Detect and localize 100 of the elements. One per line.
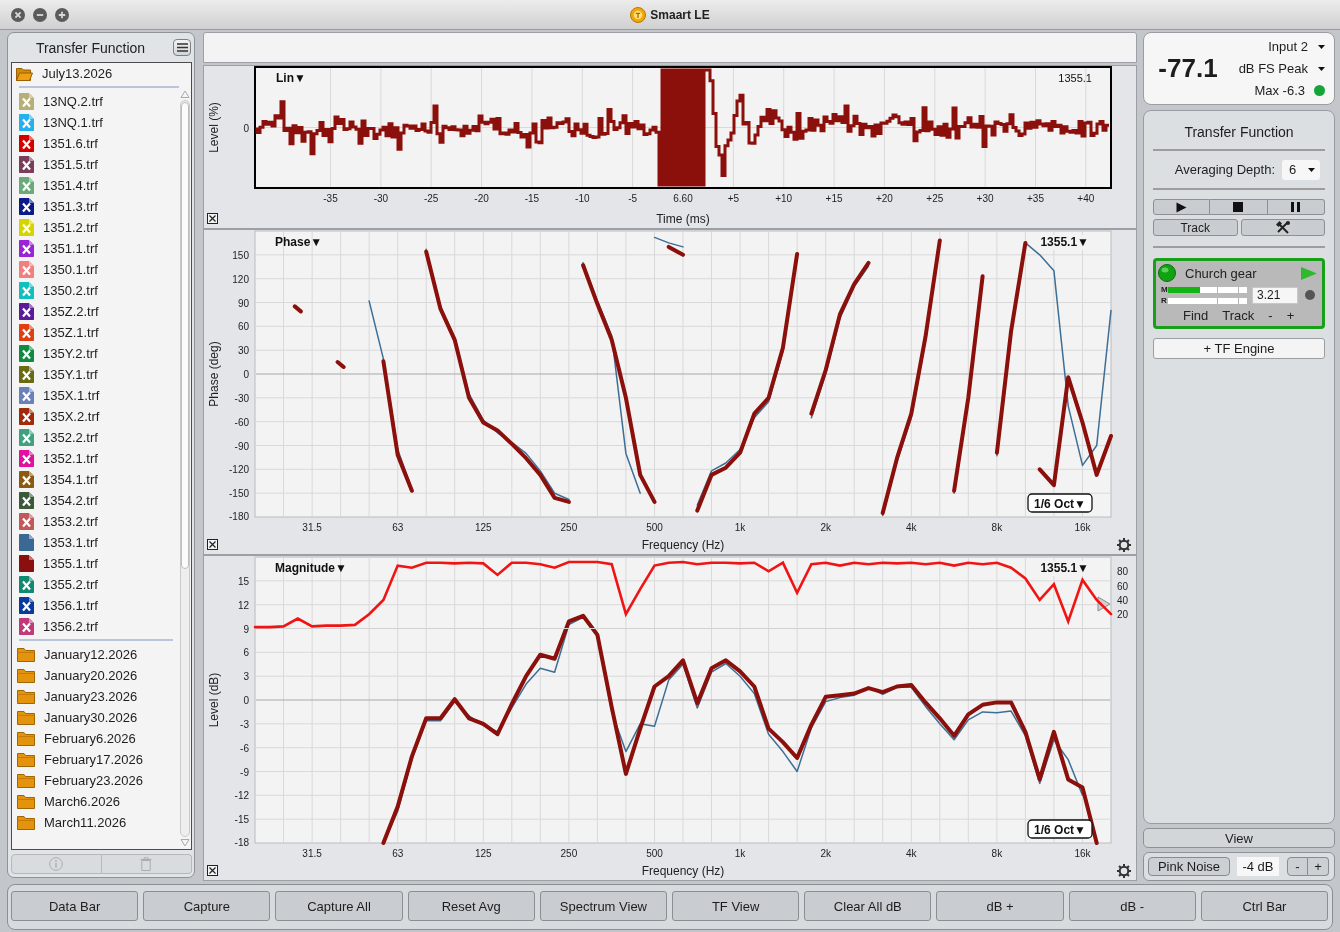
file-item[interactable]: 1353.1.trf xyxy=(16,532,179,553)
folder-item[interactable]: January30.2026 xyxy=(16,707,179,728)
decrease-button[interactable]: - xyxy=(1287,857,1308,876)
axis-tick-label: -10 xyxy=(575,193,590,204)
smoothing-dropdown[interactable]: 1/6 Oct▼ xyxy=(1027,493,1093,513)
delay-field[interactable]: 3.21 xyxy=(1252,286,1298,304)
axis-tick-label: 8k xyxy=(991,848,1003,859)
axis-tick-label: 500 xyxy=(646,848,663,859)
file-item[interactable]: 1351.4.trf xyxy=(16,175,179,196)
minimize-icon[interactable] xyxy=(33,7,47,22)
folder-item[interactable]: January20.2026 xyxy=(16,665,179,686)
averaging-label: Averaging Depth: xyxy=(1174,162,1275,177)
toolbar-button[interactable]: dB + xyxy=(936,891,1064,921)
gain-field[interactable]: -4 dB xyxy=(1237,857,1279,876)
menu-button[interactable] xyxy=(173,39,191,56)
axis-tick-label: -12 xyxy=(234,790,249,802)
axis-tick-label: 4k xyxy=(906,848,917,859)
toolbar-button[interactable]: dB - xyxy=(1068,891,1196,921)
file-item[interactable]: 1352.2.trf xyxy=(16,427,179,448)
file-item[interactable]: 1351.1.trf xyxy=(16,238,179,259)
toolbar-button[interactable]: Ctrl Bar xyxy=(1200,891,1329,921)
increase-button[interactable]: + xyxy=(1308,857,1329,876)
file-item[interactable]: 1355.2.trf xyxy=(16,574,179,595)
axis-tick-label: -15 xyxy=(234,814,249,826)
folder-item[interactable]: March11.2026 xyxy=(16,812,179,833)
axis-tick-label: +35 xyxy=(1027,193,1044,204)
marker-icon[interactable] xyxy=(1097,596,1111,612)
file-item[interactable]: 135Y.2.trf xyxy=(16,343,179,364)
file-item[interactable]: 135X.2.trf xyxy=(16,406,179,427)
axis-tick-label: 6.60 xyxy=(673,193,693,204)
smoothing-dropdown[interactable]: 1/6 Oct▼ xyxy=(1027,819,1093,839)
folder-item[interactable]: February6.2026 xyxy=(16,728,179,749)
folder-item[interactable]: February23.2026 xyxy=(16,770,179,791)
noise-generator-button[interactable]: Pink Noise xyxy=(1148,857,1230,876)
file-item[interactable]: 1351.2.trf xyxy=(16,217,179,238)
view-button[interactable]: View xyxy=(1143,828,1335,848)
track-button[interactable]: Track xyxy=(1220,307,1257,323)
file-item[interactable]: 1353.2.trf xyxy=(16,511,179,532)
plot-menu[interactable]: Magnitude▼ xyxy=(275,560,347,576)
unit-dropdown[interactable]: dB FS Peak xyxy=(1238,60,1325,77)
track-button[interactable]: Track xyxy=(1153,219,1238,236)
file-item[interactable]: 1351.3.trf xyxy=(16,196,179,217)
file-item[interactable]: 135X.1.trf xyxy=(16,385,179,406)
axis-tick-label: 20 xyxy=(1117,609,1129,621)
axis-tick-label: 3 xyxy=(243,671,249,683)
decrease-button[interactable]: - xyxy=(1266,307,1275,323)
settings-icon[interactable] xyxy=(1116,863,1131,878)
increase-button[interactable]: + xyxy=(1284,307,1297,323)
folder-item[interactable]: January12.2026 xyxy=(16,644,179,665)
file-item[interactable]: 135Z.2.trf xyxy=(16,301,179,322)
folder-item[interactable]: January23.2026 xyxy=(16,686,179,707)
axis-tick-label: +25 xyxy=(926,193,944,204)
logo-icon xyxy=(630,6,647,23)
file-item[interactable]: 1350.1.trf xyxy=(16,259,179,280)
find-button[interactable]: Find xyxy=(1181,307,1211,323)
plot-menu[interactable]: Phase▼ xyxy=(275,234,323,250)
tools-button[interactable] xyxy=(1240,219,1325,236)
stop-icon xyxy=(1233,202,1244,212)
add-engine-button[interactable]: + TF Engine xyxy=(1153,338,1325,359)
file-item[interactable]: 1350.2.trf xyxy=(16,280,179,301)
toolbar-button[interactable]: Capture xyxy=(143,891,271,921)
axis-tick-label: 63 xyxy=(392,522,404,533)
play-button[interactable] xyxy=(1153,199,1211,215)
file-item[interactable]: 1355.1.trf xyxy=(16,553,179,574)
folder-item[interactable]: March6.2026 xyxy=(16,791,179,812)
file-item[interactable]: 1354.2.trf xyxy=(16,490,179,511)
input-dropdown[interactable]: Input 2 xyxy=(1268,38,1325,55)
file-item[interactable]: 1354.1.trf xyxy=(16,469,179,490)
close-icon[interactable] xyxy=(207,865,218,876)
toolbar-button[interactable]: TF View xyxy=(672,891,800,921)
averaging-dropdown[interactable]: 6 xyxy=(1282,159,1320,180)
axis-tick-label: 120 xyxy=(232,273,249,285)
folder-item[interactable]: February17.2026 xyxy=(16,749,179,770)
toolbar-button[interactable]: Reset Avg xyxy=(407,891,535,921)
scroll-thumb[interactable] xyxy=(181,102,189,569)
file-item[interactable]: 13NQ.2.trf xyxy=(16,91,179,112)
axis-tick-label: 40 xyxy=(1117,594,1129,606)
file-item[interactable]: 1356.1.trf xyxy=(16,595,179,616)
close-icon[interactable] xyxy=(207,213,218,224)
file-item[interactable]: 135Y.1.trf xyxy=(16,364,179,385)
engine-card[interactable]: Church gear M R 3.21 Find Track - + xyxy=(1153,258,1325,329)
file-item[interactable]: 1352.1.trf xyxy=(16,448,179,469)
file-item[interactable]: 1351.6.trf xyxy=(16,133,179,154)
file-item[interactable]: 135Z.1.trf xyxy=(16,322,179,343)
file-item[interactable]: 1351.5.trf xyxy=(16,154,179,175)
toolbar-button[interactable]: Spectrum View xyxy=(539,891,667,921)
scroll-bar[interactable] xyxy=(180,100,190,837)
maximize-icon[interactable] xyxy=(55,7,69,22)
folder-item[interactable]: July13.2026 xyxy=(16,63,179,84)
file-item[interactable]: 13NQ.1.trf xyxy=(16,112,179,133)
axis-title: Frequency (Hz) xyxy=(641,537,725,552)
toolbar-button[interactable]: Clear All dB xyxy=(804,891,932,921)
pause-button[interactable] xyxy=(1267,199,1325,215)
toolbar-button[interactable]: Data Bar xyxy=(11,891,139,921)
toolbar-button[interactable]: Capture All xyxy=(275,891,403,921)
axis-tick-label: 80 xyxy=(1117,566,1129,578)
file-item[interactable]: 1356.2.trf xyxy=(16,616,179,637)
stop-button[interactable] xyxy=(1210,199,1268,215)
settings-icon[interactable] xyxy=(1116,537,1131,552)
close-icon[interactable] xyxy=(207,539,218,550)
